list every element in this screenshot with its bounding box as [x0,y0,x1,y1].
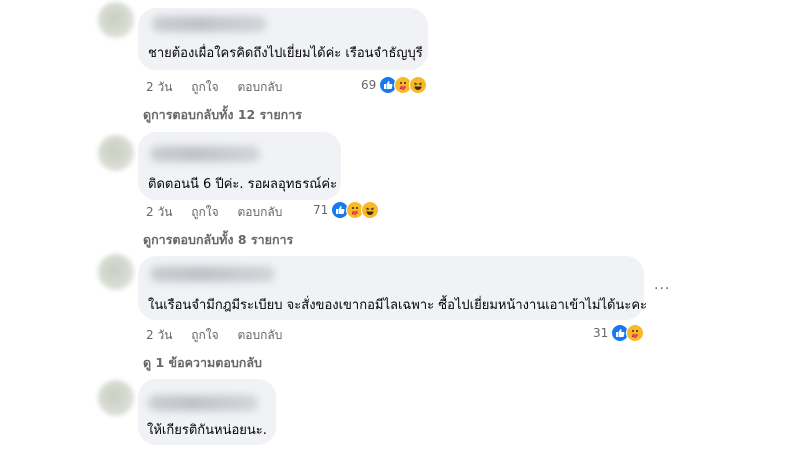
timestamp[interactable]: 2 วัน [146,328,172,342]
comment-bubble: ชายต้องเผื่อใครคิดถึงไปเยี่ยมได้ค่ะ เรือ… [138,8,428,70]
timestamp[interactable]: 2 วัน [146,205,172,219]
reply-button[interactable]: ตอบกลับ [237,328,282,342]
avatar[interactable] [98,135,134,171]
reaction-count: 69 [361,78,377,92]
comment-text: ชายต้องเผื่อใครคิดถึงไปเยี่ยมได้ค่ะ เรือ… [148,46,423,61]
reaction-count: 31 [593,326,609,340]
reply-button[interactable]: ตอบกลับ [237,205,282,219]
care-icon [626,324,645,342]
more-options-button[interactable]: ... [654,277,670,293]
timestamp[interactable]: 2 วัน [146,80,172,94]
author-name-blurred[interactable] [150,266,275,282]
comment-3: ในเรือนจำมีกฎมีระเบียบ จะสั่งของเขากอมีไ… [0,250,800,375]
view-replies-link[interactable]: ดูการตอบกลับทั้ง 12 รายการ [143,105,302,125]
comment-bubble: ติดตอนนี 6 ปีค่ะ. รอผลอุทธรณ์ค่ะ [138,132,341,200]
comment-bubble: ในเรือนจำมีกฎมีระเบียบ จะสั่งของเขากอมีไ… [138,256,648,320]
reaction-summary[interactable]: 69 [361,76,428,94]
author-name-blurred[interactable] [150,146,260,162]
comment-2: ติดตอนนี 6 ปีค่ะ. รอผลอุทธรณ์ค่ะ 2 วัน ถ… [0,125,800,250]
avatar[interactable] [98,254,134,290]
reaction-count: 71 [313,203,329,217]
like-button[interactable]: ถูกใจ [191,80,218,94]
like-button[interactable]: ถูกใจ [191,328,218,342]
comment-actions: 2 วัน ถูกใจ ตอบกลับ [146,326,297,345]
comment-actions: 2 วัน ถูกใจ ตอบกลับ [146,203,297,222]
haha-icon [361,201,380,219]
view-replies-link[interactable]: ดู 1 ข้อความตอบกลับ [143,353,262,373]
comment-text: ติดตอนนี 6 ปีค่ะ. รอผลอุทธรณ์ค่ะ [148,177,338,192]
comment-actions: 2 วัน ถูกใจ ตอบกลับ [146,78,297,97]
reaction-summary[interactable]: 31 [593,324,645,342]
comment-4: ให้เกียรติกันหน่อยนะ. [0,375,800,450]
author-name-blurred[interactable] [148,395,258,411]
avatar[interactable] [98,380,134,416]
comment-text: ในเรือนจำมีกฎมีระเบียบ จะสั่งของเขากอมีไ… [148,298,648,313]
comment-bubble: ให้เกียรติกันหน่อยนะ. [138,379,276,445]
view-replies-link[interactable]: ดูการตอบกลับทั้ง 8 รายการ [143,230,293,250]
comment-text: ให้เกียรติกันหน่อยนะ. [147,423,267,438]
reaction-summary[interactable]: 71 [313,201,380,219]
reply-button[interactable]: ตอบกลับ [237,80,282,94]
haha-icon [409,76,428,94]
comment-1: ชายต้องเผื่อใครคิดถึงไปเยี่ยมได้ค่ะ เรือ… [0,0,800,125]
author-name-blurred[interactable] [152,16,267,32]
avatar[interactable] [98,2,134,38]
like-button[interactable]: ถูกใจ [191,205,218,219]
